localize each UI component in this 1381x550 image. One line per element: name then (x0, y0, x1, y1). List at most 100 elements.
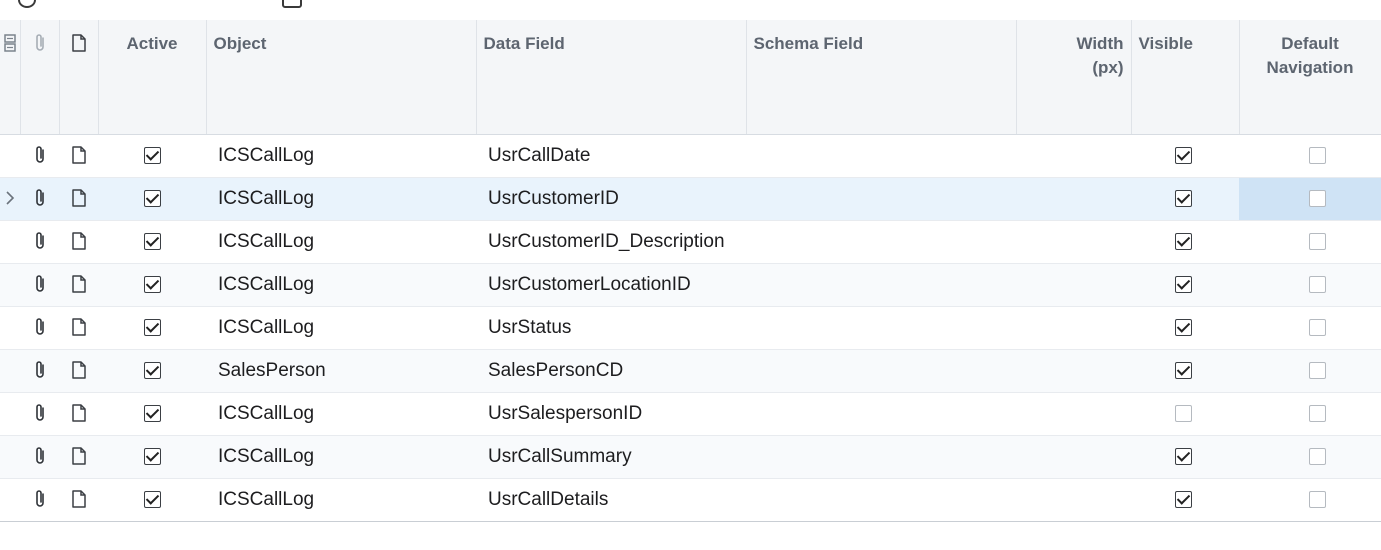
attachment-cell[interactable] (20, 478, 59, 522)
default-navigation-cell[interactable] (1239, 177, 1381, 221)
table-row[interactable]: ICSCallLog UsrStatus (0, 306, 1381, 350)
toolbar-icon-partial[interactable] (18, 0, 36, 8)
note-icon[interactable] (71, 188, 87, 208)
default-navigation-checkbox[interactable] (1308, 275, 1326, 293)
data-field-cell[interactable]: UsrCustomerID_Description (476, 220, 746, 264)
note-icon[interactable] (71, 145, 87, 165)
object-cell[interactable]: ICSCallLog (206, 220, 476, 264)
row-selector-cell[interactable] (0, 435, 20, 479)
active-cell[interactable] (98, 263, 206, 307)
active-cell[interactable] (98, 220, 206, 264)
data-field-cell[interactable]: UsrStatus (476, 306, 746, 350)
schema-field-cell[interactable] (746, 435, 1016, 479)
note-cell[interactable] (59, 220, 98, 264)
visible-cell[interactable] (1131, 306, 1239, 350)
attachment-cell[interactable] (20, 220, 59, 264)
default-navigation-cell[interactable] (1239, 349, 1381, 393)
object-cell[interactable]: ICSCallLog (206, 263, 476, 307)
visible-cell[interactable] (1131, 220, 1239, 264)
object-cell[interactable]: ICSCallLog (206, 134, 476, 178)
visible-checkbox[interactable] (1175, 447, 1192, 465)
visible-cell[interactable] (1131, 392, 1239, 436)
attachment-cell[interactable] (20, 392, 59, 436)
active-cell[interactable] (98, 392, 206, 436)
width-cell[interactable] (1016, 435, 1131, 479)
toolbar-icon-partial[interactable] (282, 0, 302, 8)
object-cell[interactable]: ICSCallLog (206, 392, 476, 436)
visible-cell[interactable] (1131, 134, 1239, 178)
active-checkbox[interactable] (143, 318, 161, 336)
visible-checkbox[interactable] (1175, 232, 1192, 250)
default-navigation-checkbox[interactable] (1308, 361, 1326, 379)
note-cell[interactable] (59, 478, 98, 522)
table-row[interactable]: ICSCallLog UsrCustomerID (0, 177, 1381, 221)
note-icon[interactable] (71, 317, 87, 337)
active-checkbox[interactable] (143, 232, 161, 250)
column-header-data-field[interactable]: Data Field (476, 20, 747, 135)
note-icon[interactable] (71, 360, 87, 380)
default-navigation-checkbox[interactable] (1308, 146, 1326, 164)
attachment-cell[interactable] (20, 306, 59, 350)
paperclip-icon[interactable] (33, 488, 47, 510)
attachment-column-header[interactable] (20, 20, 60, 135)
width-cell[interactable] (1016, 177, 1131, 221)
column-header-width[interactable]: Width (px) (1016, 20, 1132, 135)
width-cell[interactable] (1016, 392, 1131, 436)
attachment-cell[interactable] (20, 435, 59, 479)
default-navigation-checkbox[interactable] (1308, 404, 1326, 422)
schema-field-cell[interactable] (746, 392, 1016, 436)
active-checkbox[interactable] (143, 447, 161, 465)
paperclip-icon[interactable] (33, 144, 47, 166)
paperclip-icon[interactable] (33, 445, 47, 467)
active-cell[interactable] (98, 177, 206, 221)
visible-checkbox[interactable] (1175, 490, 1192, 508)
active-cell[interactable] (98, 306, 206, 350)
schema-field-cell[interactable] (746, 177, 1016, 221)
object-cell[interactable]: ICSCallLog (206, 177, 476, 221)
note-icon[interactable] (71, 403, 87, 423)
column-header-active[interactable]: Active (98, 20, 207, 135)
visible-checkbox[interactable] (1175, 146, 1192, 164)
schema-field-cell[interactable] (746, 478, 1016, 522)
visible-checkbox[interactable] (1175, 404, 1192, 422)
visible-cell[interactable] (1131, 478, 1239, 522)
row-selector-cell[interactable] (0, 263, 20, 307)
data-field-cell[interactable]: UsrCallDetails (476, 478, 746, 522)
data-field-cell[interactable]: SalesPersonCD (476, 349, 746, 393)
active-checkbox[interactable] (143, 275, 161, 293)
active-cell[interactable] (98, 134, 206, 178)
active-checkbox[interactable] (143, 404, 161, 422)
visible-cell[interactable] (1131, 349, 1239, 393)
default-navigation-cell[interactable] (1239, 263, 1381, 307)
active-checkbox[interactable] (143, 146, 161, 164)
width-cell[interactable] (1016, 134, 1131, 178)
note-icon[interactable] (71, 489, 87, 509)
data-field-cell[interactable]: UsrCallSummary (476, 435, 746, 479)
note-cell[interactable] (59, 134, 98, 178)
row-selector-cell[interactable] (0, 306, 20, 350)
default-navigation-cell[interactable] (1239, 306, 1381, 350)
paperclip-icon[interactable] (33, 187, 47, 209)
visible-cell[interactable] (1131, 177, 1239, 221)
active-checkbox[interactable] (143, 490, 161, 508)
data-field-cell[interactable]: UsrCustomerLocationID (476, 263, 746, 307)
note-icon[interactable] (71, 274, 87, 294)
active-checkbox[interactable] (143, 189, 161, 207)
default-navigation-cell[interactable] (1239, 435, 1381, 479)
table-row[interactable]: SalesPerson SalesPersonCD (0, 349, 1381, 393)
visible-checkbox[interactable] (1175, 318, 1192, 336)
attachment-cell[interactable] (20, 177, 59, 221)
note-icon[interactable] (71, 446, 87, 466)
active-checkbox[interactable] (143, 361, 161, 379)
note-cell[interactable] (59, 177, 98, 221)
width-cell[interactable] (1016, 478, 1131, 522)
default-navigation-checkbox[interactable] (1308, 318, 1326, 336)
object-cell[interactable]: SalesPerson (206, 349, 476, 393)
row-selector-header[interactable] (0, 20, 21, 135)
active-cell[interactable] (98, 349, 206, 393)
schema-field-cell[interactable] (746, 263, 1016, 307)
row-selector-cell[interactable] (0, 478, 20, 522)
schema-field-cell[interactable] (746, 306, 1016, 350)
column-header-schema-field[interactable]: Schema Field (746, 20, 1017, 135)
default-navigation-checkbox[interactable] (1308, 189, 1326, 207)
